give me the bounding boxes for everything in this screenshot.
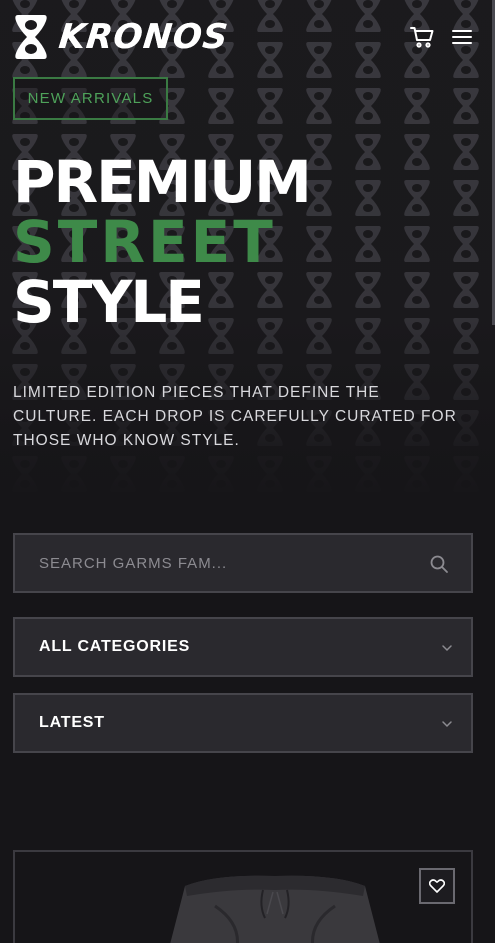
search-input[interactable]: SEARCH GARMS FAM... bbox=[13, 533, 473, 593]
hero-headline: PREMIUM STREET STYLE bbox=[13, 148, 312, 336]
category-selected-value: ALL CATEGORIES bbox=[39, 638, 191, 655]
brand-name: KRONOS bbox=[56, 17, 231, 57]
headline-line-2: STREET bbox=[13, 208, 276, 276]
black-shorts-product-image bbox=[170, 875, 380, 943]
cart-icon bbox=[410, 27, 434, 48]
cart-button[interactable] bbox=[409, 24, 435, 50]
search-icon[interactable] bbox=[429, 554, 449, 574]
chevron-down-icon bbox=[442, 721, 452, 728]
search-placeholder: SEARCH GARMS FAM... bbox=[39, 554, 228, 572]
new-arrivals-badge[interactable]: NEW ARRIVALS bbox=[13, 77, 168, 120]
top-navigation-bar: KRONOS bbox=[13, 12, 483, 62]
favorite-button[interactable] bbox=[419, 868, 455, 904]
chevron-down-icon bbox=[442, 645, 452, 652]
product-card[interactable] bbox=[13, 850, 473, 943]
sort-selected-value: LATEST bbox=[39, 714, 105, 731]
heart-icon bbox=[429, 879, 445, 893]
brand-logo[interactable]: KRONOS bbox=[13, 12, 231, 62]
hero-description: LIMITED EDITION PIECES THAT DEFINE THE C… bbox=[13, 384, 457, 449]
menu-button[interactable] bbox=[449, 24, 475, 50]
sort-select[interactable]: LATEST bbox=[13, 693, 473, 753]
headline-line-3: STYLE bbox=[13, 268, 205, 336]
hamburger-menu-icon bbox=[452, 30, 472, 44]
headline-line-1: PREMIUM bbox=[13, 148, 312, 216]
hourglass-logo-icon bbox=[15, 15, 47, 59]
category-select[interactable]: ALL CATEGORIES bbox=[13, 617, 473, 677]
